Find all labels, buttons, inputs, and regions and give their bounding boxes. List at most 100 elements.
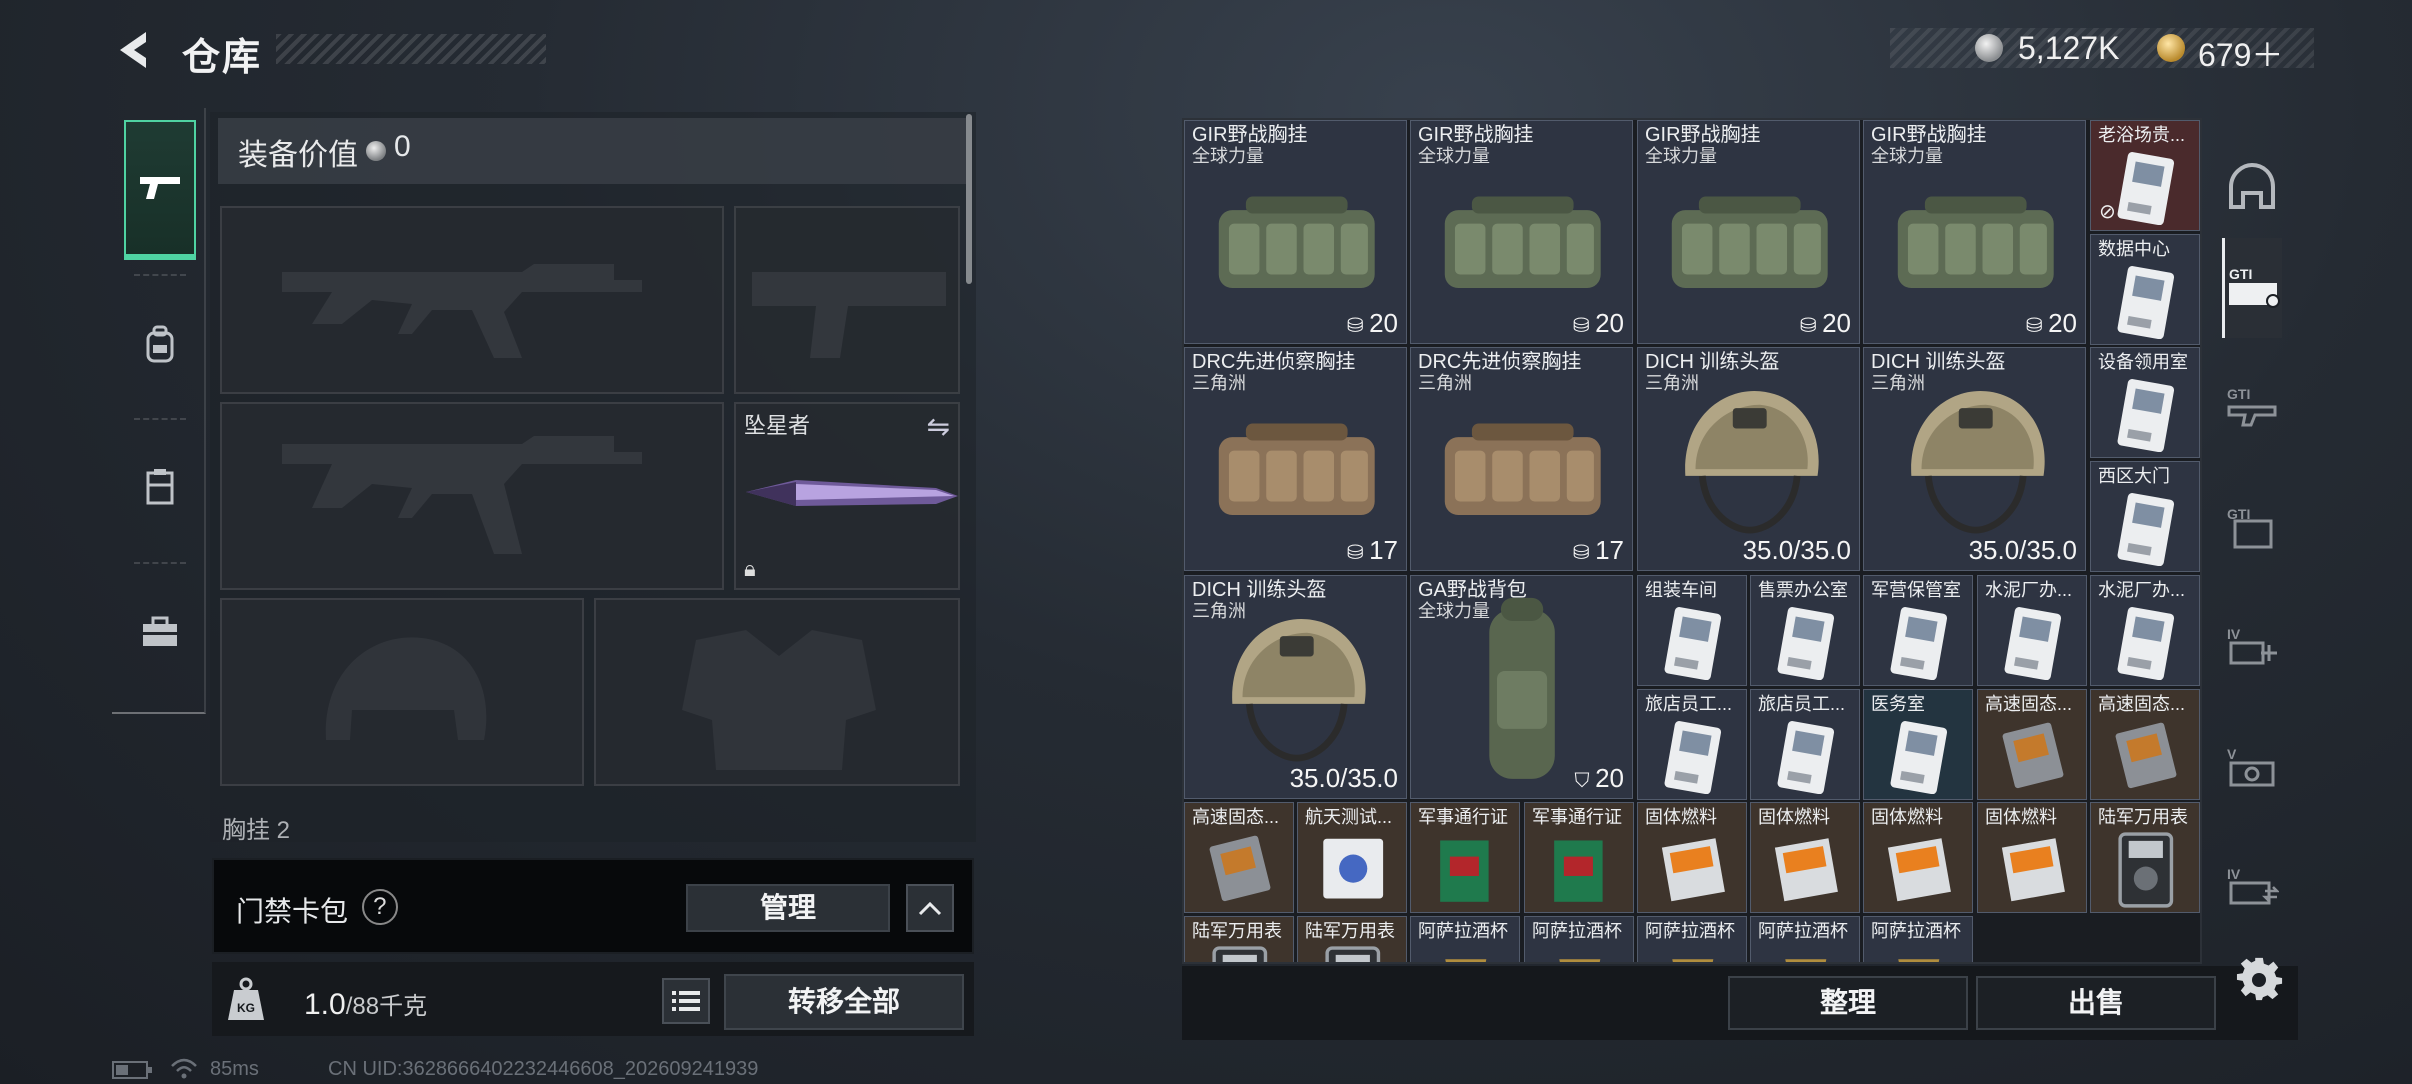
- equipment-value-label: 装备价值: [238, 139, 358, 172]
- chevron-up-icon: [918, 901, 942, 916]
- secondary-weapon-slot[interactable]: [734, 206, 960, 394]
- cup-image: [1445, 959, 1487, 962]
- left-nav: [112, 108, 206, 714]
- storage-item[interactable]: 阿萨拉酒杯: [1750, 916, 1860, 962]
- chest-rig-image: [1897, 196, 2054, 289]
- item-faction: 全球力量: [1645, 146, 1717, 166]
- storage-item[interactable]: 旅店员工...: [1750, 689, 1860, 800]
- item-name: 陆军万用表: [2098, 807, 2188, 827]
- storage-item[interactable]: GIR野战胸挂 全球力量 ⛁ 20: [1184, 120, 1407, 344]
- storage-item[interactable]: 水泥厂办...: [1977, 575, 2087, 686]
- storage-item[interactable]: 高速固态...: [1977, 689, 2087, 800]
- military-pass-image: [1554, 840, 1603, 902]
- item-name: GIR野战胸挂: [1192, 124, 1308, 146]
- item-count-value: 35.0/35.0: [1968, 535, 2077, 565]
- storage-item[interactable]: DICH 训练头盔 三角洲 35.0/35.0: [1637, 347, 1860, 571]
- storage-item[interactable]: GIR野战胸挂 全球力量 ⛁ 20: [1410, 120, 1633, 344]
- nav-weapons-tab[interactable]: [124, 120, 196, 260]
- equipment-scrollbar[interactable]: [966, 114, 972, 284]
- v-cam-tab[interactable]: V: [2222, 718, 2282, 818]
- storage-item[interactable]: 固体燃料: [1750, 802, 1860, 913]
- gear-icon[interactable]: [2236, 956, 2284, 1004]
- storage-item[interactable]: 组装车间: [1637, 575, 1747, 686]
- manage-button[interactable]: 管理: [686, 884, 890, 932]
- storage-item[interactable]: 固体燃料: [1863, 802, 1973, 913]
- melee-weapon-slot[interactable]: 坠星者 ⇋ 🔒︎: [734, 402, 960, 590]
- body-armor-slot[interactable]: [594, 598, 960, 786]
- storage-item[interactable]: DICH 训练头盔 三角洲 35.0/35.0: [1184, 575, 1407, 799]
- storage-item[interactable]: 数据中心: [2090, 234, 2200, 345]
- storage-item[interactable]: 老浴场贵... ⊘: [2090, 120, 2200, 231]
- svg-text:IV: IV: [2227, 626, 2241, 642]
- storage-item[interactable]: 旅店员工...: [1637, 689, 1747, 800]
- nav-vest-tab[interactable]: [124, 418, 196, 558]
- storage-item[interactable]: 固体燃料: [1977, 802, 2087, 913]
- helmet-tab[interactable]: [2222, 138, 2282, 238]
- v-cam-tab-icon: V: [2225, 743, 2279, 794]
- nav-backpack-tab[interactable]: [124, 274, 196, 414]
- item-count-value: 20: [1595, 308, 1624, 338]
- transfer-all-button[interactable]: 转移全部: [724, 974, 964, 1030]
- storage-item[interactable]: 陆军万用表: [1297, 916, 1407, 962]
- storage-item[interactable]: 水泥厂办...: [2090, 575, 2200, 686]
- storage-item[interactable]: 设备领用室: [2090, 347, 2200, 458]
- storage-item[interactable]: GA野战背包 全球力量 ⛉ 20: [1410, 575, 1633, 799]
- iv-swap-tab[interactable]: IV: [2222, 838, 2282, 938]
- storage-item[interactable]: 航天测试...: [1297, 802, 1407, 913]
- item-count-value: 17: [1369, 535, 1398, 565]
- storage-item[interactable]: 军事通行证: [1410, 802, 1520, 913]
- storage-item[interactable]: GIR野战胸挂 全球力量 ⛁ 20: [1863, 120, 2086, 344]
- item-name: 高速固态...: [1192, 807, 1280, 827]
- primary-weapon-slot-2[interactable]: [220, 402, 724, 590]
- storage-item[interactable]: 军事通行证: [1524, 802, 1634, 913]
- access-card-image: [1777, 607, 1835, 681]
- cup-image: [1559, 959, 1601, 962]
- storage-item[interactable]: 固体燃料: [1637, 802, 1747, 913]
- wifi-icon: [171, 1058, 197, 1079]
- storage-item[interactable]: 阿萨拉酒杯: [1524, 916, 1634, 962]
- gti-case-tab[interactable]: GTI: [2222, 478, 2282, 578]
- storage-item[interactable]: GIR野战胸挂 全球力量 ⛁ 20: [1637, 120, 1860, 344]
- storage-item[interactable]: 售票办公室: [1750, 575, 1860, 686]
- helmet-silhouette-icon: [325, 637, 487, 740]
- list-view-button[interactable]: [662, 978, 710, 1024]
- storage-item[interactable]: 陆军万用表: [2090, 802, 2200, 913]
- sort-button[interactable]: 整理: [1728, 976, 1968, 1030]
- storage-tabs: GTI GTI GTI IV V IV: [2212, 118, 2290, 924]
- storage-item[interactable]: 阿萨拉酒杯: [1863, 916, 1973, 962]
- item-count: ⛁ 20: [1800, 308, 1851, 339]
- iv-add-tab[interactable]: IV: [2222, 598, 2282, 698]
- sell-button[interactable]: 出售: [1976, 976, 2216, 1030]
- svg-text:IV: IV: [2227, 866, 2241, 882]
- storage-item[interactable]: 军营保管室: [1863, 575, 1973, 686]
- item-faction: 全球力量: [1418, 146, 1490, 166]
- gti-card-tab[interactable]: GTI: [2222, 238, 2282, 338]
- nav-toolbox-tab[interactable]: [124, 562, 196, 702]
- storage-item[interactable]: DICH 训练头盔 三角洲 35.0/35.0: [1863, 347, 2086, 571]
- item-count: ⛁ 17: [1573, 535, 1624, 566]
- gti-weapon-tab[interactable]: GTI: [2222, 358, 2282, 458]
- item-name: 医务室: [1871, 694, 1925, 714]
- storage-item[interactable]: 高速固态...: [2090, 689, 2200, 800]
- storage-item[interactable]: 西区大门: [2090, 461, 2200, 572]
- storage-item[interactable]: DRC先进侦察胸挂 三角洲 ⛁ 17: [1184, 347, 1407, 571]
- gti-weapon-tab-icon: GTI: [2225, 383, 2279, 434]
- item-name: 水泥厂办...: [1985, 580, 2073, 600]
- storage-item[interactable]: 阿萨拉酒杯: [1637, 916, 1747, 962]
- storage-item[interactable]: 医务室: [1863, 689, 1973, 800]
- helmet-slot[interactable]: [220, 598, 584, 786]
- back-icon[interactable]: [112, 28, 156, 72]
- storage-item[interactable]: DRC先进侦察胸挂 三角洲 ⛁ 17: [1410, 347, 1633, 571]
- item-name: 军营保管室: [1871, 580, 1961, 600]
- item-name: 数据中心: [2098, 239, 2170, 259]
- storage-item[interactable]: 陆军万用表: [1184, 916, 1294, 962]
- collapse-button[interactable]: [906, 884, 954, 932]
- svg-text:GTI: GTI: [2227, 386, 2250, 402]
- primary-weapon-slot[interactable]: [220, 206, 724, 394]
- weight-icon: KG: [228, 977, 264, 1020]
- storage-item[interactable]: 阿萨拉酒杯: [1410, 916, 1520, 962]
- iv-add-tab-icon: IV: [2225, 623, 2279, 674]
- gold-amount[interactable]: 679＋: [2198, 30, 2283, 76]
- storage-item[interactable]: 高速固态...: [1184, 802, 1294, 913]
- ssd-image: [2002, 722, 2064, 789]
